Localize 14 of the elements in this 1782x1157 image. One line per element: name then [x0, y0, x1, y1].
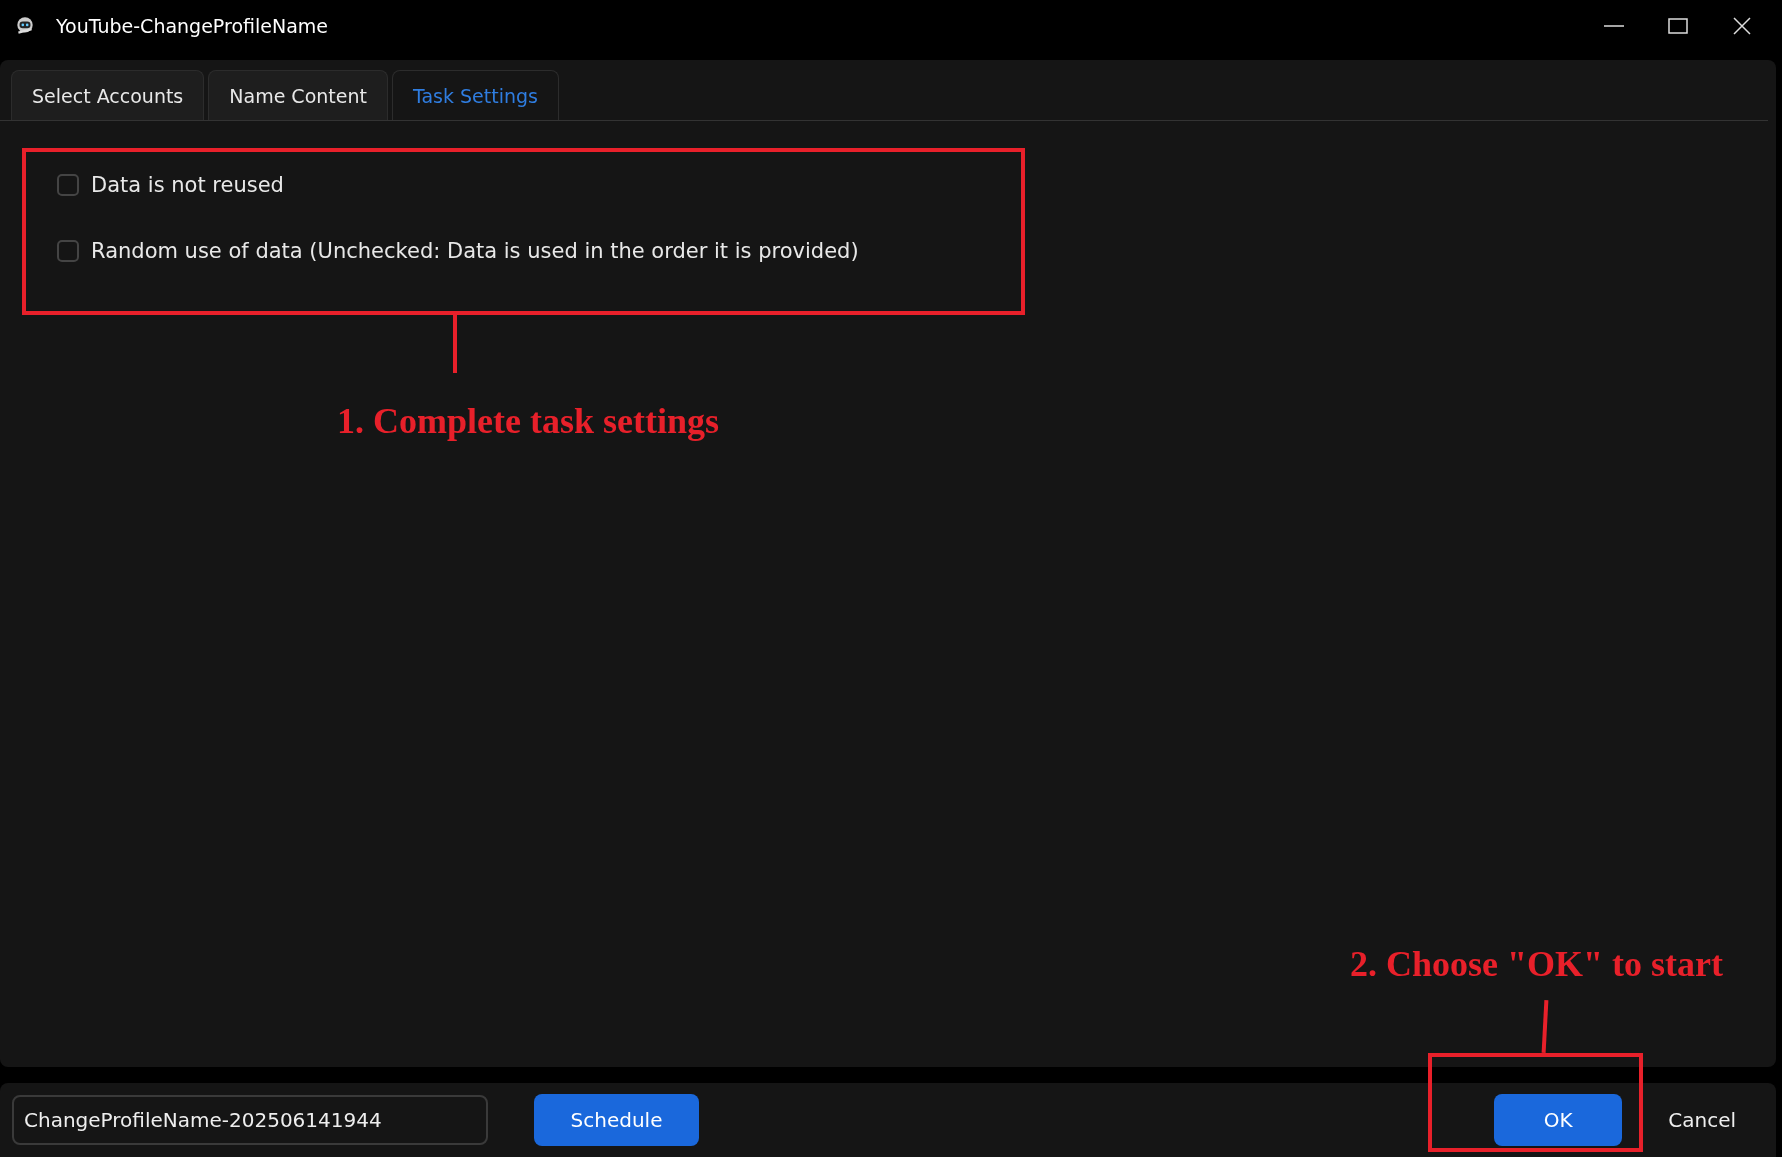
schedule-button[interactable]: Schedule — [534, 1094, 699, 1146]
tab[interactable]: Name Content — [208, 70, 388, 120]
annotation-text: 1. Complete task settings — [337, 400, 719, 442]
cancel-button[interactable]: Cancel — [1662, 1107, 1742, 1133]
tab[interactable]: Task Settings — [391, 70, 559, 120]
ok-button[interactable]: OK — [1494, 1094, 1623, 1146]
option-label: Data is not reused — [91, 173, 284, 197]
annotation-text: 2. Choose "OK" to start — [1350, 943, 1723, 985]
checkbox[interactable] — [57, 240, 79, 262]
checkbox[interactable] — [57, 174, 79, 196]
window-title: YouTube-ChangeProfileName — [56, 15, 328, 37]
task-name-field[interactable]: ChangeProfileName-202506141944 — [12, 1095, 488, 1145]
option-label: Random use of data (Unchecked: Data is used in the order it is provided) — [91, 239, 859, 263]
tab[interactable]: Select Accounts — [11, 70, 205, 120]
